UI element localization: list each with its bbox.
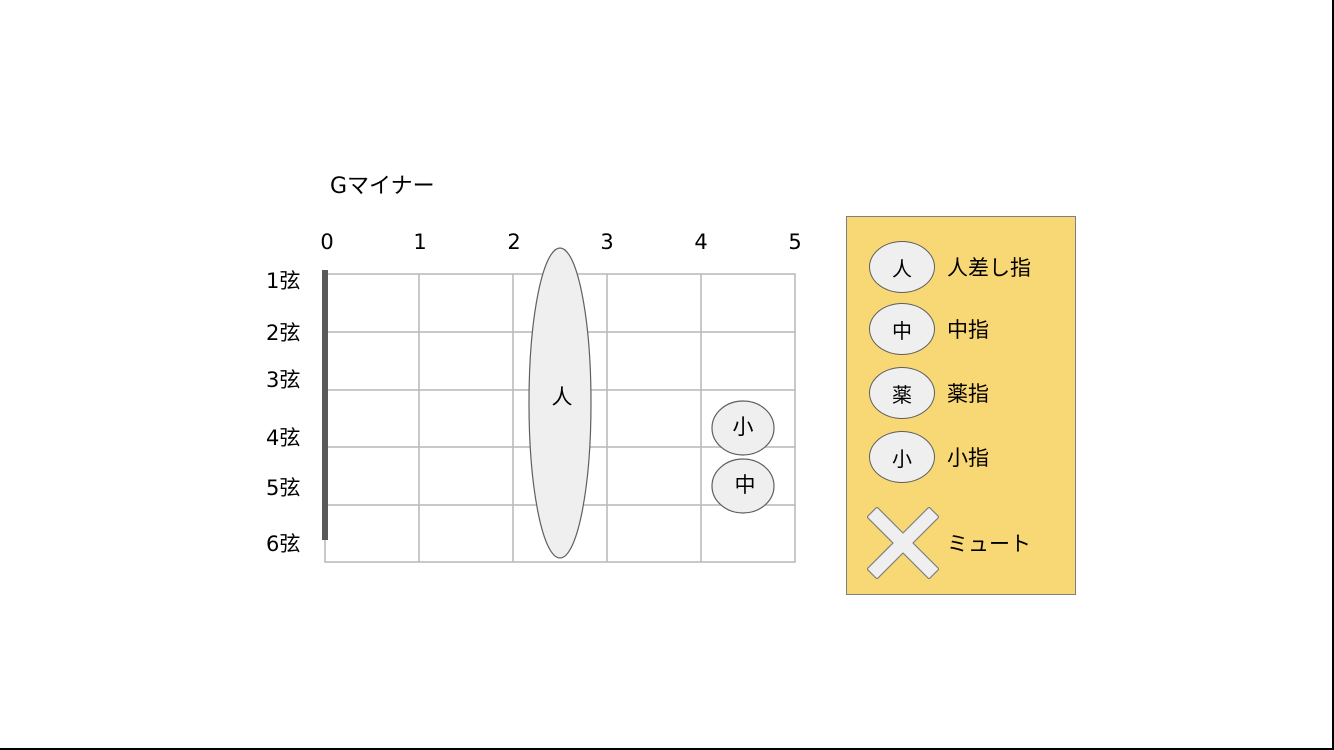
legend-item-index: 人 人差し指 bbox=[869, 241, 1031, 293]
legend-item-middle: 中 中指 bbox=[869, 303, 989, 355]
legend-item-pinky: 小 小指 bbox=[869, 431, 989, 483]
legend-index-circle: 人 bbox=[869, 241, 935, 293]
fretboard-diagram: 人 小 中 bbox=[322, 247, 796, 563]
finger-legend: 人 人差し指 中 中指 薬 薬指 小 小指 ミュート bbox=[846, 216, 1076, 595]
middle-finger-label: 中 bbox=[735, 473, 756, 497]
legend-middle-circle: 中 bbox=[869, 303, 935, 355]
legend-ring-label: 薬指 bbox=[947, 382, 989, 406]
legend-middle-label: 中指 bbox=[947, 318, 989, 342]
barre-finger-label: 人 bbox=[552, 385, 573, 409]
legend-item-ring: 薬 薬指 bbox=[869, 367, 989, 419]
legend-index-label: 人差し指 bbox=[947, 256, 1031, 280]
mute-label: ミュート bbox=[947, 532, 1031, 556]
nut-bar bbox=[322, 270, 328, 540]
mute-x-icon bbox=[867, 507, 939, 579]
legend-pinky-label: 小指 bbox=[947, 446, 989, 470]
pinky-finger-label: 小 bbox=[733, 415, 754, 439]
legend-pinky-circle: 小 bbox=[869, 431, 935, 483]
legend-ring-circle: 薬 bbox=[869, 367, 935, 419]
